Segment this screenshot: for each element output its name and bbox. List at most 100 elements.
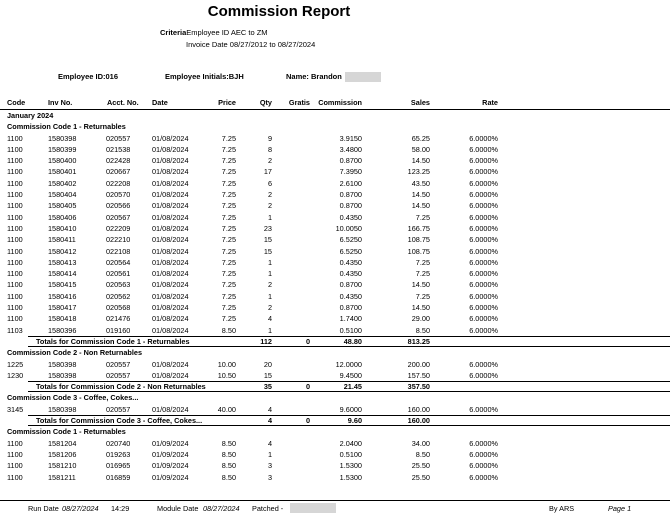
cell-price: 7.25 <box>221 280 236 290</box>
redacted-patched <box>290 503 336 513</box>
cell-rate: 6.0000% <box>469 201 498 211</box>
cell-rate: 6.0000% <box>469 269 498 279</box>
section-label: Commission Code 1 - Returnables <box>7 427 126 437</box>
section-label: January 2024 <box>7 111 54 120</box>
cell-price: 7.25 <box>221 133 236 143</box>
cell-inv: 1580413 <box>48 257 77 267</box>
totals-qty: 112 <box>260 336 272 346</box>
cell-acct: 022428 <box>106 156 131 166</box>
cell-sales: 14.50 <box>411 303 430 313</box>
table-row: 1100 1580411 022210 01/08/2024 7.25 15 6.5250 1… <box>0 234 670 245</box>
cell-date: 01/08/2024 <box>152 201 189 211</box>
cell-rate: 6.0000% <box>469 223 498 233</box>
totals-gratis: 0 <box>305 382 310 392</box>
cell-rate: 6.0000% <box>469 167 498 177</box>
cell-qty: 23 <box>263 223 272 233</box>
cell-acct: 020568 <box>106 303 131 313</box>
cell-inv: 1580402 <box>48 178 77 188</box>
cell-date: 01/09/2024 <box>152 461 189 471</box>
section-header: January 2024 <box>0 110 670 121</box>
table-row: 1100 1580416 020562 01/08/2024 7.25 1 0.4350 7.… <box>0 291 670 302</box>
cell-date: 01/08/2024 <box>152 303 189 313</box>
invoice-date-range: Invoice Date 08/27/2012 to 08/27/2024 <box>186 40 316 49</box>
cell-rate: 6.0000% <box>469 325 498 335</box>
table-body: January 2024 Commission Code 1 - Returnab… <box>0 110 670 483</box>
cell-acct: 020566 <box>106 201 131 211</box>
cell-code: 1100 <box>7 133 23 143</box>
cell-comm: 9.4500 <box>339 370 362 380</box>
cell-price: 7.25 <box>221 144 236 154</box>
cell-price: 7.25 <box>221 212 236 222</box>
cell-code: 1100 <box>7 438 23 448</box>
col-price: Price <box>218 98 236 107</box>
section-header: Commission Code 1 - Returnables <box>0 121 670 132</box>
cell-sales: 14.50 <box>411 280 430 290</box>
cell-qty: 3 <box>267 472 272 482</box>
section-header: Commission Code 2 - Non Returnables <box>0 347 670 358</box>
cell-acct: 020563 <box>106 280 131 290</box>
col-sales: Sales <box>410 98 430 107</box>
col-date: Date <box>152 98 168 107</box>
cell-rate: 6.0000% <box>469 178 498 188</box>
cell-comm: 0.4350 <box>339 257 362 267</box>
cell-comm: 0.5100 <box>339 325 362 335</box>
table-row: 1100 1580401 020667 01/08/2024 7.25 17 7.3950 1… <box>0 166 670 177</box>
table-row: 3145 1580398 020557 01/08/2024 40.00 4 9.6000 1… <box>0 404 670 415</box>
cell-date: 01/08/2024 <box>152 212 189 222</box>
cell-price: 7.25 <box>221 269 236 279</box>
cell-qty: 9 <box>267 133 272 143</box>
cell-date: 01/09/2024 <box>152 472 189 482</box>
cell-comm: 0.8700 <box>339 280 362 290</box>
cell-qty: 1 <box>267 291 272 301</box>
table-row: 1100 1580415 020563 01/08/2024 7.25 2 0.8700 14… <box>0 279 670 290</box>
cell-acct: 021538 <box>106 144 131 154</box>
cell-sales: 58.00 <box>411 144 430 154</box>
cell-comm: 0.5100 <box>339 449 362 459</box>
cell-rate: 6.0000% <box>469 144 498 154</box>
report-title: Commission Report <box>207 3 351 20</box>
criteria-line: CriteriaEmployee ID AEC to ZM <box>160 28 268 37</box>
table-row: 1225 1580398 020557 01/08/2024 10.00 20 12.000… <box>0 359 670 370</box>
cell-code: 1230 <box>7 370 24 380</box>
cell-comm: 1.5300 <box>339 461 362 471</box>
cell-acct: 020564 <box>106 257 131 267</box>
cell-sales: 25.50 <box>411 472 430 482</box>
cell-rate: 6.0000% <box>469 190 498 200</box>
cell-inv: 1580418 <box>48 314 77 324</box>
cell-sales: 29.00 <box>411 314 430 324</box>
cell-date: 01/08/2024 <box>152 325 189 335</box>
cell-sales: 123.25 <box>407 167 430 177</box>
totals-sales: 160.00 <box>407 416 430 426</box>
table-row: 1100 1581211 016859 01/09/2024 8.50 3 1.5300 25… <box>0 472 670 483</box>
cell-rate: 6.0000% <box>469 314 498 324</box>
cell-qty: 4 <box>267 404 272 414</box>
cell-inv: 1580400 <box>48 156 77 166</box>
cell-comm: 2.0400 <box>339 438 362 448</box>
totals-sales: 813.25 <box>407 336 430 346</box>
cell-date: 01/08/2024 <box>152 246 189 256</box>
cell-qty: 1 <box>267 449 272 459</box>
cell-code: 3145 <box>7 404 24 414</box>
cell-qty: 6 <box>267 178 272 188</box>
cell-rate: 6.0000% <box>469 257 498 267</box>
table-row: 1100 1580410 022209 01/08/2024 7.25 23 10.0050… <box>0 223 670 234</box>
cell-price: 8.50 <box>221 461 236 471</box>
cell-code: 1100 <box>7 178 23 188</box>
cell-comm: 6.5250 <box>339 246 362 256</box>
totals-row: Totals for Commission Code 1 - Returnabl… <box>0 335 670 348</box>
cell-code: 1100 <box>7 167 23 177</box>
cell-rate: 6.0000% <box>469 359 498 369</box>
cell-date: 01/08/2024 <box>152 156 189 166</box>
cell-price: 10.00 <box>217 359 236 369</box>
criteria-value: Employee ID AEC to ZM <box>186 28 268 37</box>
cell-code: 1225 <box>7 359 24 369</box>
cell-price: 7.25 <box>221 223 236 233</box>
cell-comm: 2.6100 <box>339 178 362 188</box>
cell-sales: 25.50 <box>411 461 430 471</box>
cell-rate: 6.0000% <box>469 472 498 482</box>
cell-inv: 1580412 <box>48 246 77 256</box>
cell-inv: 1580410 <box>48 223 77 233</box>
cell-code: 1100 <box>7 449 23 459</box>
section-header: Commission Code 3 - Coffee, Cokes... <box>0 392 670 403</box>
cell-comm: 10.0050 <box>335 223 362 233</box>
